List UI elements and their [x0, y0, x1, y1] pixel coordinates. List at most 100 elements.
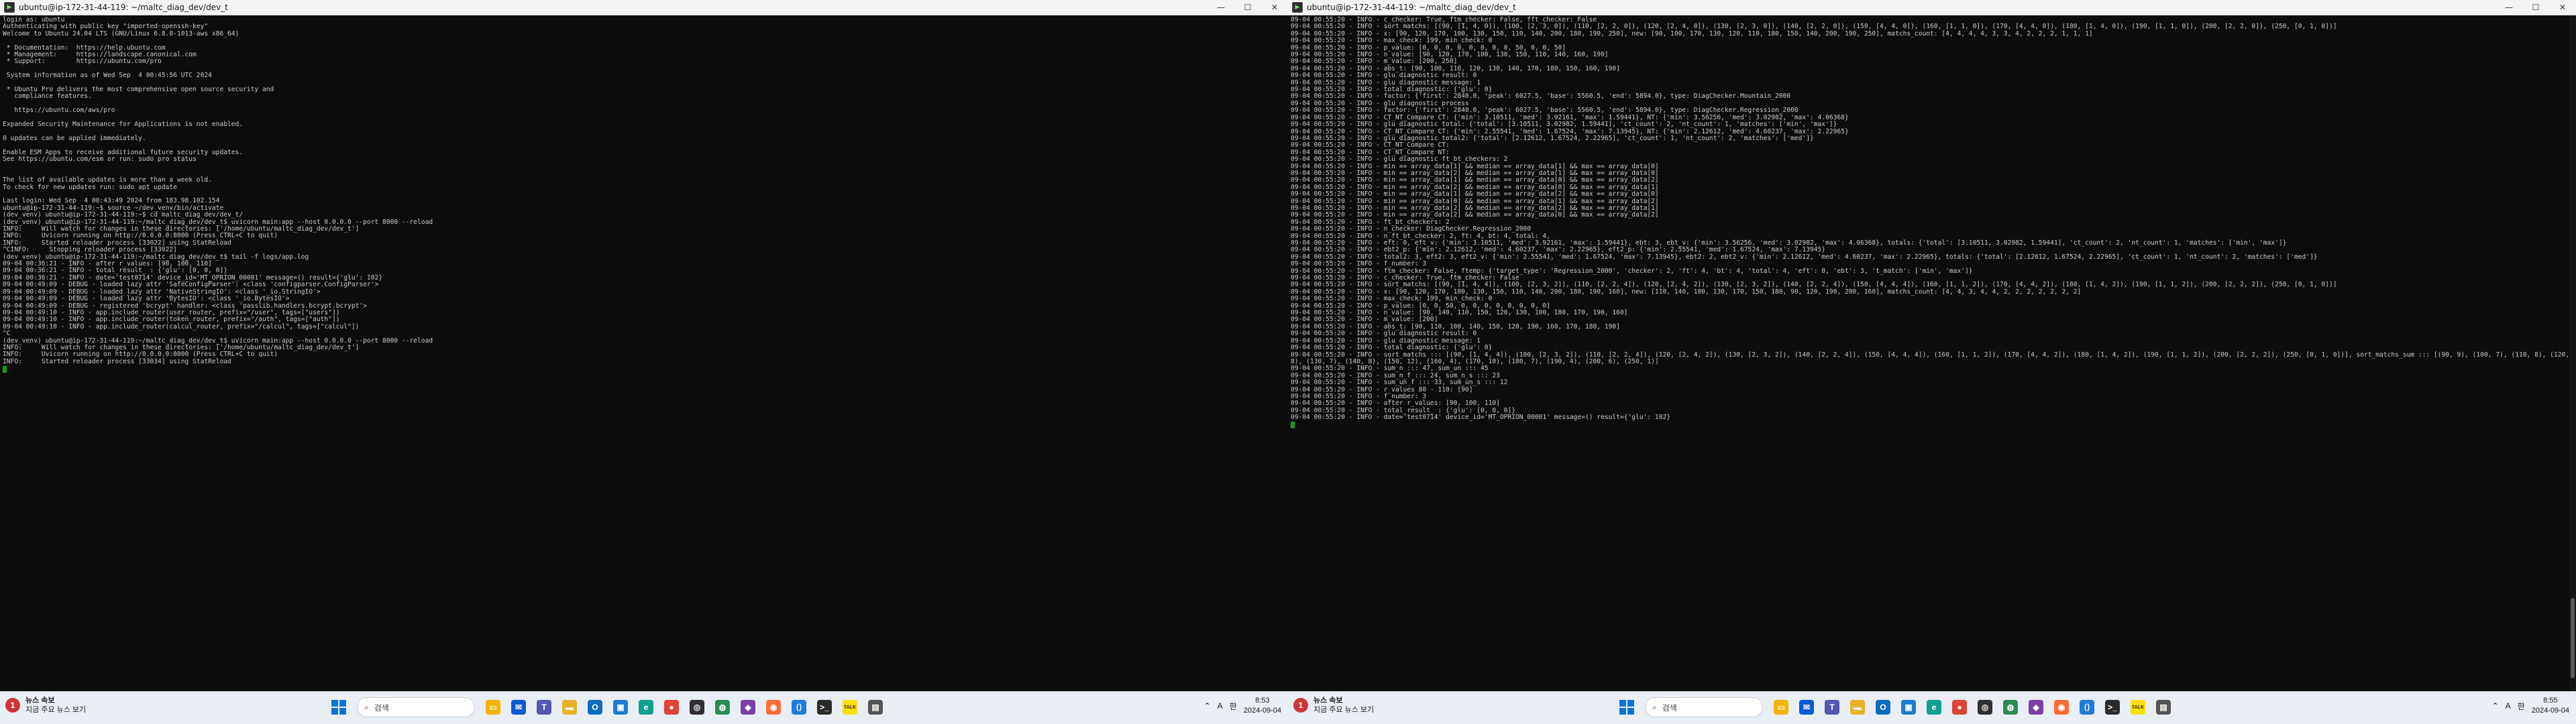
app-purple-icon-glyph: ◆ [741, 700, 755, 715]
vscode-icon[interactable]: ⟨⟩ [2076, 696, 2098, 719]
edge-icon-glyph: e [1927, 700, 1941, 715]
terminal-line: 09-04 00:55:20 - INFO - min == array_dat… [1291, 190, 1659, 198]
terminal-line: 09-04 00:55:20 - INFO - abs_t: [90, 110,… [1291, 322, 1620, 330]
edge-icon[interactable]: e [635, 696, 657, 719]
outlook-icon[interactable]: O [584, 696, 606, 719]
terminal-line: 09-04 00:55:20 - INFO - n_value: [90, 14… [1291, 309, 1628, 317]
folder-icon[interactable]: ▬ [1846, 696, 1869, 719]
chevron-up-icon[interactable]: ⌃ [2492, 701, 2499, 711]
postman-icon[interactable]: ◉ [762, 696, 785, 719]
language-indicator[interactable]: 한 [1230, 701, 1237, 712]
kakaotalk-icon-glyph: TALK [2131, 700, 2145, 715]
news-widget-left[interactable]: 1 뉴스 속보 지금 주요 뉴스 보기 [5, 696, 86, 715]
store-icon-glyph: ▣ [613, 700, 628, 715]
close-button-left[interactable]: ✕ [1261, 0, 1288, 15]
mail-icon[interactable]: ✉ [1795, 696, 1818, 719]
windows-logo-icon [1619, 700, 1634, 715]
postman-icon-glyph: ◉ [2054, 700, 2069, 715]
chevron-up-icon[interactable]: ⌃ [1204, 701, 1211, 711]
system-tray-right: ⌃ A 한 8:55 2024-09-04 [2492, 696, 2569, 716]
store-icon[interactable]: ▣ [1897, 696, 1920, 719]
obs-icon[interactable]: ◎ [1974, 696, 1996, 719]
putty-icon[interactable]: ▤ [2152, 696, 2175, 719]
ime-mode[interactable]: A [2506, 701, 2511, 711]
kakaotalk-icon[interactable]: TALK [2127, 696, 2149, 719]
terminal-line: To check for new updates run: sudo apt u… [3, 183, 177, 191]
obs-icon-glyph: ◎ [1978, 700, 1992, 715]
putty-icon[interactable]: ▤ [864, 696, 887, 719]
chrome-icon-glyph: ● [664, 700, 679, 715]
app-green-icon[interactable]: ◍ [711, 696, 734, 719]
chrome-icon[interactable]: ● [1948, 696, 1971, 719]
app-green-icon-glyph: ◍ [2003, 700, 2018, 715]
terminal-line: 09-04 00:55:20 - INFO - min == array_dat… [1291, 211, 1659, 219]
news-widget-right[interactable]: 1 뉴스 속보 지금 주요 뉴스 보기 [1293, 696, 1374, 715]
terminal-titlebar-left[interactable]: ▶ ubuntu@ip-172-31-44-119: ~/maltc_diag_… [0, 0, 1288, 15]
mail-icon[interactable]: ✉ [507, 696, 530, 719]
edge-icon[interactable]: e [1923, 696, 1945, 719]
outlook-icon-glyph: O [588, 700, 602, 715]
putty-icon-glyph: ▤ [2156, 700, 2171, 715]
minimize-button-left[interactable]: — [1208, 0, 1234, 15]
taskbar-right: 1 뉴스 속보 지금 주요 뉴스 보기 ⌕ 검색 ▭ ✉ T ▬ O ▣ e ● ◎ ◍ ◆ ◉ ⟨⟩ >… [1288, 691, 2576, 724]
kakaotalk-icon[interactable]: TALK [839, 696, 861, 719]
file-explorer-icon[interactable]: ▭ [482, 696, 504, 719]
windows-logo-icon [331, 700, 346, 715]
taskbar-search-box[interactable]: ⌕ 검색 [1645, 697, 1763, 717]
terminal-line: 09-04 00:55:20 - INFO - glu diagnostic r… [1291, 72, 1477, 80]
clock-right[interactable]: 8:55 2024-09-04 [2532, 696, 2569, 716]
app-green-icon-glyph: ◍ [715, 700, 730, 715]
mail-icon-glyph: ✉ [1799, 700, 1814, 715]
obs-icon[interactable]: ◎ [686, 696, 708, 719]
terminal-line: 09-04 00:55:20 - INFO - glu diagnostic t… [1291, 121, 1837, 129]
app-green-icon[interactable]: ◍ [1999, 696, 2022, 719]
search-icon: ⌕ [1652, 702, 1657, 712]
outlook-icon[interactable]: O [1872, 696, 1894, 719]
vscode-icon[interactable]: ⟨⟩ [788, 696, 810, 719]
terminal-icon[interactable]: >_ [813, 696, 836, 719]
news-subtitle: 지금 주요 뉴스 보기 [25, 706, 87, 714]
terminal-line: 09-04 00:55:20 - INFO - factor: {'first'… [1291, 93, 1791, 101]
terminal-line: 09-04 00:55:20 - INFO - date='test0714' … [1291, 414, 1671, 422]
taskbar-apps-left: ⌕ 검색 ▭ ✉ T ▬ O ▣ e ● ◎ ◍ ◆ ◉ ⟨⟩ >_ TALK ▤ [327, 696, 887, 719]
outlook-icon-glyph: O [1876, 700, 1890, 715]
folder-icon[interactable]: ▬ [558, 696, 581, 719]
terminal-output-left[interactable]: login as: ubuntu Authenticating with publ… [0, 15, 1288, 692]
file-explorer-icon[interactable]: ▭ [1770, 696, 1792, 719]
news-title: 뉴스 속보 [25, 697, 55, 705]
terminal-line: 09-04 00:49:09 - DEBUG - loaded lazy att… [3, 295, 290, 303]
terminal-line: 09-04 00:55:20 - INFO - glu diagnostic r… [1291, 330, 1477, 338]
ime-mode[interactable]: A [1218, 701, 1223, 711]
terminal-line: * Management: https://landscape.canonica… [3, 51, 197, 59]
scrollbar-thumb[interactable] [2571, 598, 2575, 678]
terminal-output-right[interactable]: 09-04 00:55:20 - INFO - c_checker: True,… [1288, 15, 2576, 692]
terminal-icon[interactable]: >_ [2101, 696, 2124, 719]
start-button[interactable] [1615, 696, 1638, 719]
language-indicator[interactable]: 한 [2518, 701, 2525, 712]
terminal-line: 09-04 00:55:20 - INFO - glu diagnostic t… [1291, 134, 1814, 142]
maximize-button-left[interactable]: ☐ [1234, 0, 1261, 15]
postman-icon[interactable]: ◉ [2050, 696, 2073, 719]
terminal-line: 09-04 00:55:20 - INFO - r_values 80 - 11… [1291, 385, 1473, 394]
start-button[interactable] [327, 696, 350, 719]
teams-icon[interactable]: T [1821, 696, 1843, 719]
maximize-button-right[interactable]: ☐ [2522, 0, 2549, 15]
teams-icon-glyph: T [1825, 700, 1839, 715]
chrome-icon[interactable]: ● [660, 696, 683, 719]
terminal-line: Expanded Security Maintenance for Applic… [3, 121, 244, 129]
app-purple-icon[interactable]: ◆ [2025, 696, 2047, 719]
teams-icon[interactable]: T [533, 696, 555, 719]
terminal-scrollbar[interactable] [2569, 15, 2576, 692]
app-purple-icon[interactable]: ◆ [737, 696, 759, 719]
terminal-line: * Support: https://ubuntu.com/pro [3, 58, 162, 66]
terminal-line: 09-04 00:55:20 - INFO - total2: 3, eft2:… [1291, 253, 2318, 261]
close-button-right[interactable]: ✕ [2549, 0, 2576, 15]
store-icon[interactable]: ▣ [609, 696, 632, 719]
taskbar-search-box[interactable]: ⌕ 검색 [357, 697, 475, 717]
clock-left[interactable]: 8:53 2024-09-04 [1244, 696, 1281, 716]
news-badge: 1 [1293, 698, 1308, 713]
minimize-button-right[interactable]: — [2496, 0, 2522, 15]
terminal-titlebar-right[interactable]: ▶ ubuntu@ip-172-31-44-119: ~/maltc_diag_… [1288, 0, 2576, 15]
